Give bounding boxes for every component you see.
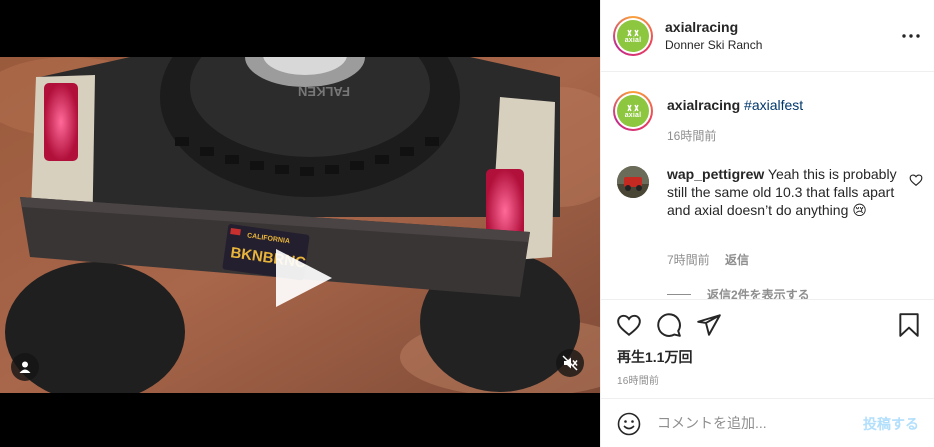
more-options-button[interactable] <box>899 26 923 46</box>
avatar-logo-text: axial <box>624 111 642 119</box>
caption: axialracing #axialfest <box>667 97 803 113</box>
play-button[interactable] <box>270 245 336 311</box>
post-header: axial axialracing Donner Ski Ranch <box>601 0 934 72</box>
comment-timestamp: 7時間前 <box>667 253 710 267</box>
mute-toggle-button[interactable] <box>556 349 584 377</box>
replies-divider <box>667 294 691 295</box>
emoji-icon <box>617 412 641 436</box>
logo-mark-icon <box>627 29 639 36</box>
heart-icon <box>617 314 641 336</box>
save-button[interactable] <box>896 312 922 338</box>
tagged-users-button[interactable] <box>11 353 39 381</box>
muted-speaker-icon <box>562 355 578 371</box>
caption-avatar[interactable]: axial <box>613 91 653 131</box>
reply-button[interactable]: 返信 <box>725 253 749 267</box>
bookmark-icon <box>899 313 919 337</box>
post-location[interactable]: Donner Ski Ranch <box>665 38 762 52</box>
view-count[interactable]: 再生1.1万回 <box>617 347 692 367</box>
comment-meta: 7時間前 返信 <box>667 251 749 268</box>
more-icon <box>902 34 920 38</box>
comment-like-button[interactable] <box>909 173 923 187</box>
like-button[interactable] <box>616 312 642 338</box>
comments-list[interactable]: axial axialracing #axialfest 16時間前 wap_p… <box>601 73 934 299</box>
author-username[interactable]: axialracing <box>665 19 738 35</box>
view-replies-label: 返信2件を表示する <box>707 288 810 299</box>
caption-hashtag[interactable]: #axialfest <box>744 97 803 113</box>
comment-body: wap_pettigrew Yeah this is probably stil… <box>667 165 907 219</box>
video-frame: FALKEN CALIFORNIA BKNBRNC <box>0 57 600 393</box>
commenter-avatar[interactable] <box>617 166 649 198</box>
add-comment-bar: 投稿する <box>601 398 934 447</box>
axial-logo: axial <box>617 20 649 52</box>
caption-timestamp: 16時間前 <box>667 129 717 143</box>
comment-username[interactable]: wap_pettigrew <box>667 166 764 182</box>
logo-mark-icon <box>627 104 639 111</box>
post-comment-button[interactable]: 投稿する <box>863 414 919 434</box>
share-icon <box>697 314 721 336</box>
caption-username[interactable]: axialracing <box>667 97 740 113</box>
tire-text: FALKEN <box>298 84 350 99</box>
view-replies-button[interactable]: 返信2件を表示する <box>667 286 810 299</box>
video-player[interactable]: FALKEN CALIFORNIA BKNBRNC <box>0 57 600 393</box>
commenter-photo <box>617 166 649 198</box>
play-icon <box>276 249 332 307</box>
comment-button[interactable] <box>656 312 682 338</box>
post-timestamp[interactable]: 16時間前 <box>617 372 659 387</box>
comment-icon <box>657 313 681 337</box>
media-area: FALKEN CALIFORNIA BKNBRNC <box>0 0 600 447</box>
heart-icon <box>909 174 923 186</box>
avatar-logo-text: axial <box>624 36 642 44</box>
emoji-button[interactable] <box>617 412 641 436</box>
comment-input[interactable] <box>657 413 857 433</box>
share-button[interactable] <box>696 312 722 338</box>
post-details-panel: axial axialracing Donner Ski Ranch axial <box>600 0 934 447</box>
author-avatar[interactable]: axial <box>613 16 653 56</box>
tag-user-icon <box>19 361 31 373</box>
post-actions: 再生1.1万回 16時間前 <box>601 299 934 399</box>
axial-logo: axial <box>617 95 649 127</box>
post-modal: FALKEN CALIFORNIA BKNBRNC axial axialrac… <box>0 0 934 447</box>
